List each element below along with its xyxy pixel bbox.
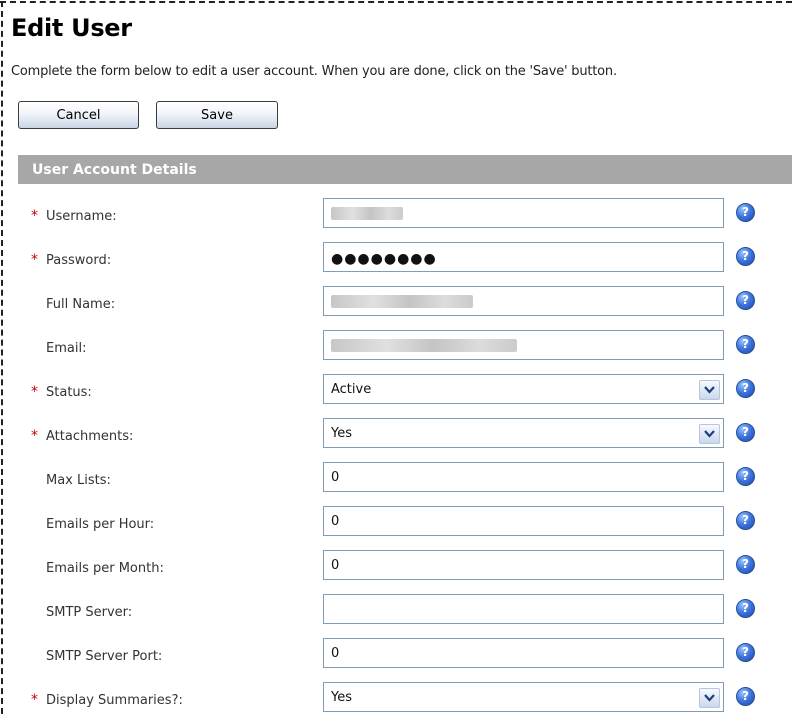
help-icon[interactable]: ? (736, 687, 755, 706)
display-summaries-select[interactable]: Yes (323, 682, 724, 712)
cancel-button[interactable]: Cancel (18, 101, 139, 129)
emails-per-hour-label: Emails per Hour: (46, 517, 155, 532)
redacted-value (331, 206, 403, 220)
status-select[interactable]: Active (323, 374, 724, 404)
emails-per-month-input[interactable]: 0 (323, 550, 724, 580)
form-row-email: Email: ? (0, 330, 792, 374)
form-row-password: * Password: ●●●●●●●● ? (0, 242, 792, 286)
emails-per-hour-input[interactable]: 0 (323, 506, 724, 536)
attachments-label: Attachments: (46, 429, 134, 444)
help-icon[interactable]: ? (736, 291, 755, 310)
full-name-label: Full Name: (46, 297, 116, 312)
full-name-input[interactable] (323, 286, 724, 316)
smtp-server-port-label: SMTP Server Port: (46, 649, 163, 664)
required-marker: * (31, 428, 38, 444)
page-border-top (0, 1, 792, 3)
required-marker: * (31, 208, 38, 224)
display-summaries-selected-value: Yes (331, 689, 352, 705)
form-row-username: * Username: ? (0, 198, 792, 242)
form-row-full-name: Full Name: ? (0, 286, 792, 330)
help-icon[interactable]: ? (736, 511, 755, 530)
email-input[interactable] (323, 330, 724, 360)
help-icon[interactable]: ? (736, 203, 755, 222)
required-marker: * (31, 692, 38, 708)
redacted-value (331, 294, 473, 308)
help-icon[interactable]: ? (736, 423, 755, 442)
form-row-smtp-server: SMTP Server: ? (0, 594, 792, 638)
form-row-display-summaries: * Display Summaries?: Yes ? (0, 682, 792, 726)
help-icon[interactable]: ? (736, 247, 755, 266)
redacted-value (331, 338, 517, 352)
help-icon[interactable]: ? (736, 467, 755, 486)
form-row-attachments: * Attachments: Yes ? (0, 418, 792, 462)
max-lists-label: Max Lists: (46, 473, 111, 488)
username-input[interactable] (323, 198, 724, 228)
email-label: Email: (46, 341, 87, 356)
help-icon[interactable]: ? (736, 335, 755, 354)
chevron-down-icon[interactable] (699, 424, 720, 444)
max-lists-input[interactable]: 0 (323, 462, 724, 492)
status-selected-value: Active (331, 381, 372, 397)
required-marker: * (31, 252, 38, 268)
status-label: Status: (46, 385, 92, 400)
save-button[interactable]: Save (156, 101, 278, 129)
username-label: Username: (46, 209, 117, 224)
help-icon[interactable]: ? (736, 599, 755, 618)
chevron-down-icon[interactable] (699, 380, 720, 400)
form-row-status: * Status: Active ? (0, 374, 792, 418)
required-marker: * (31, 384, 38, 400)
emails-per-month-label: Emails per Month: (46, 561, 164, 576)
form-row-emails-per-month: Emails per Month: 0 ? (0, 550, 792, 594)
form-row-smtp-server-port: SMTP Server Port: 0 ? (0, 638, 792, 682)
help-icon[interactable]: ? (736, 643, 755, 662)
help-icon[interactable]: ? (736, 555, 755, 574)
smtp-server-port-input[interactable]: 0 (323, 638, 724, 668)
form-row-max-lists: Max Lists: 0 ? (0, 462, 792, 506)
form-row-emails-per-hour: Emails per Hour: 0 ? (0, 506, 792, 550)
page-intro: Complete the form below to edit a user a… (11, 64, 617, 79)
chevron-down-icon[interactable] (699, 688, 720, 708)
attachments-select[interactable]: Yes (323, 418, 724, 448)
attachments-selected-value: Yes (331, 425, 352, 441)
help-icon[interactable]: ? (736, 379, 755, 398)
section-header: User Account Details (18, 155, 792, 184)
page-title: Edit User (11, 14, 132, 42)
smtp-server-input[interactable] (323, 594, 724, 624)
password-input[interactable]: ●●●●●●●● (323, 242, 724, 272)
display-summaries-label: Display Summaries?: (46, 693, 183, 708)
password-label: Password: (46, 253, 112, 268)
smtp-server-label: SMTP Server: (46, 605, 133, 620)
